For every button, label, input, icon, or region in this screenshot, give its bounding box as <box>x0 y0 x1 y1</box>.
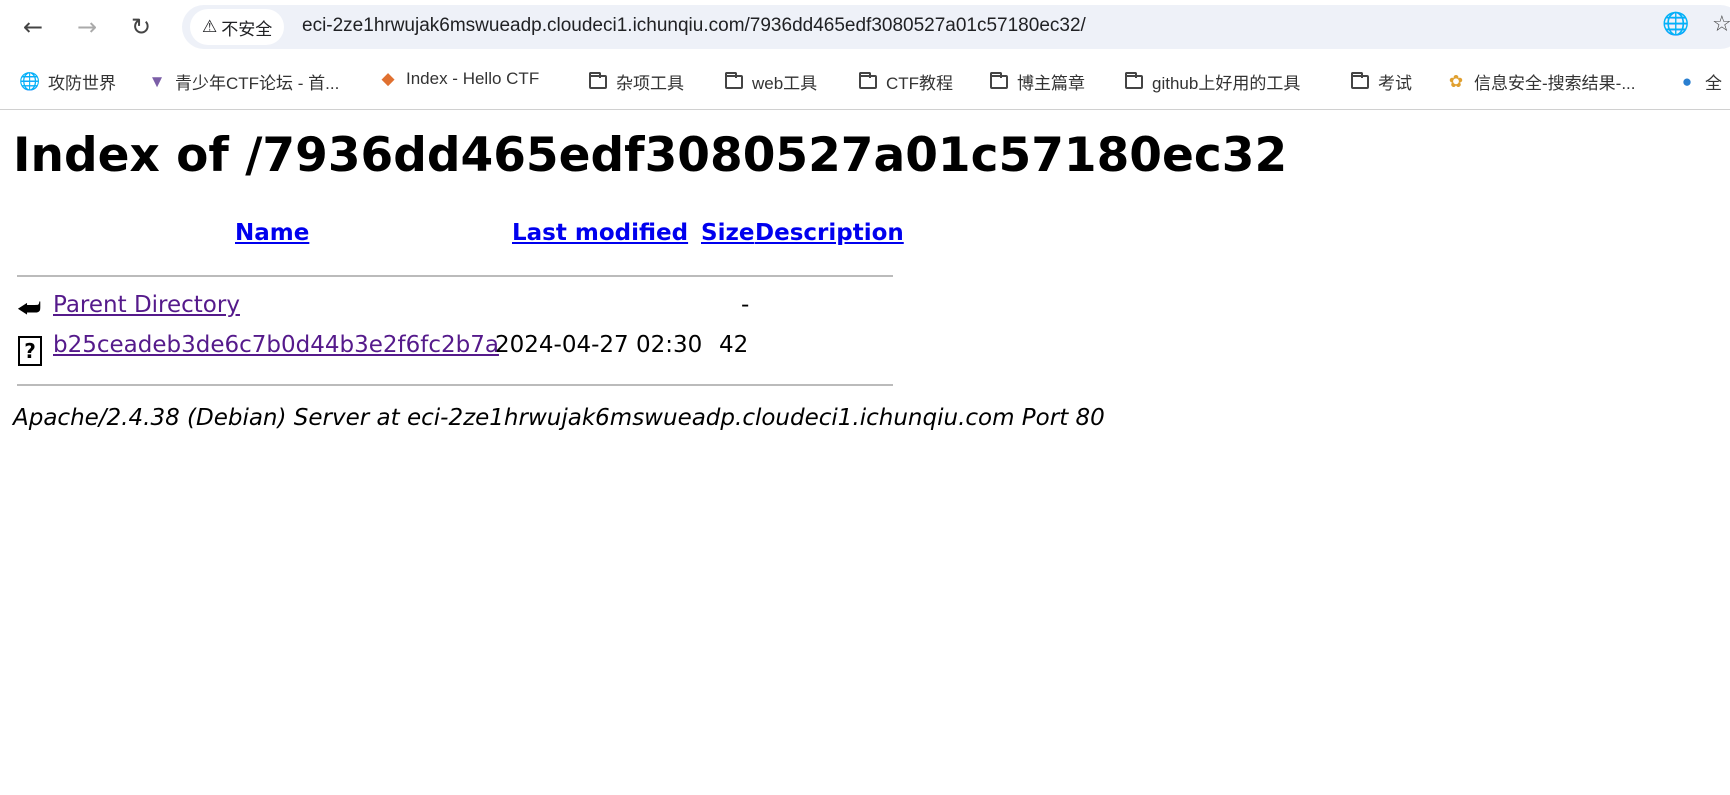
reload-button[interactable]: ↻ <box>124 10 158 44</box>
translate-icon[interactable]: 🌐 <box>1662 12 1689 37</box>
parent-directory-link[interactable]: Parent Directory <box>53 292 240 318</box>
size-cell: 42 <box>719 332 749 358</box>
folder-icon <box>589 71 607 89</box>
modified-cell: 2024-04-27 02:30 <box>495 332 703 358</box>
table-row: ⮨ Parent Directory - <box>17 292 893 332</box>
back-button[interactable]: ← <box>16 10 50 44</box>
site-icon: ▼ <box>148 71 166 91</box>
server-signature: Apache/2.4.38 (Debian) Server at eci-2ze… <box>13 405 1105 431</box>
size-cell: - <box>741 292 750 318</box>
bookmark-item[interactable]: 🌐 攻防世界 <box>19 69 116 94</box>
url-text[interactable]: eci-2ze1hrwujak6mswueadp.cloudeci1.ichun… <box>302 15 1086 37</box>
sort-by-size-link[interactable]: Size <box>701 220 754 246</box>
divider <box>17 275 893 277</box>
security-chip[interactable]: ⚠ 不安全 <box>190 9 285 45</box>
bookmark-folder[interactable]: 考试 <box>1350 69 1412 94</box>
sort-by-modified-link[interactable]: Last modified <box>512 220 688 246</box>
back-arrow-icon: ⮨ <box>17 294 42 324</box>
folder-icon <box>859 71 877 89</box>
directory-listing: Name Last modified Size Description <box>17 220 904 260</box>
folder-icon <box>1125 71 1143 89</box>
bookmark-folder[interactable]: web工具 <box>724 69 817 94</box>
security-label: 不安全 <box>221 19 273 40</box>
site-icon: ● <box>1681 71 1693 91</box>
bookmark-item[interactable]: ✿ 信息安全-搜索结果-... <box>1446 69 1636 94</box>
file-rows: ⮨ Parent Directory - ? b25ceadeb3de6c7b0… <box>17 292 893 372</box>
folder-icon <box>725 71 743 89</box>
bookmark-item[interactable]: ● 全 <box>1677 69 1722 94</box>
table-row: ? b25ceadeb3de6c7b0d44b3e2f6fc2b7a 2024-… <box>17 332 893 372</box>
star-icon[interactable]: ☆ <box>1712 12 1730 37</box>
address-bar[interactable]: ⚠ 不安全 eci-2ze1hrwujak6mswueadp.cloudeci1… <box>182 5 1730 49</box>
globe-icon: 🌐 <box>19 71 41 91</box>
bookmark-folder[interactable]: CTF教程 <box>858 69 953 94</box>
site-icon: ✿ <box>1448 71 1464 91</box>
bookmark-folder[interactable]: github上好用的工具 <box>1124 69 1300 94</box>
bookmark-item[interactable]: ▼ 青少年CTF论坛 - 首... <box>147 69 340 94</box>
page-title: Index of /7936dd465edf3080527a01c57180ec… <box>13 128 1288 183</box>
bookmark-item[interactable]: ◆ Index - Hello CTF <box>378 69 539 89</box>
bookmark-folder[interactable]: 杂项工具 <box>588 69 684 94</box>
unknown-file-icon: ? <box>18 336 42 366</box>
forward-button[interactable]: → <box>70 10 104 44</box>
folder-icon <box>990 71 1008 89</box>
sort-by-description-link[interactable]: Description <box>755 220 904 246</box>
site-icon: ◆ <box>381 69 395 88</box>
bookmarks-bar: 🌐 攻防世界 ▼ 青少年CTF论坛 - 首... ◆ Index - Hello CT… <box>0 55 1730 110</box>
file-link[interactable]: b25ceadeb3de6c7b0d44b3e2f6fc2b7a <box>53 332 499 358</box>
bookmark-folder[interactable]: 博主篇章 <box>989 69 1085 94</box>
warning-icon: ⚠ <box>202 17 218 37</box>
sort-by-name-link[interactable]: Name <box>235 220 309 246</box>
browser-toolbar: ← → ↻ ⚠ 不安全 eci-2ze1hrwujak6mswueadp.clo… <box>0 0 1730 55</box>
folder-icon <box>1351 71 1369 89</box>
table-header: Name Last modified Size Description <box>17 220 904 260</box>
divider <box>17 384 893 386</box>
